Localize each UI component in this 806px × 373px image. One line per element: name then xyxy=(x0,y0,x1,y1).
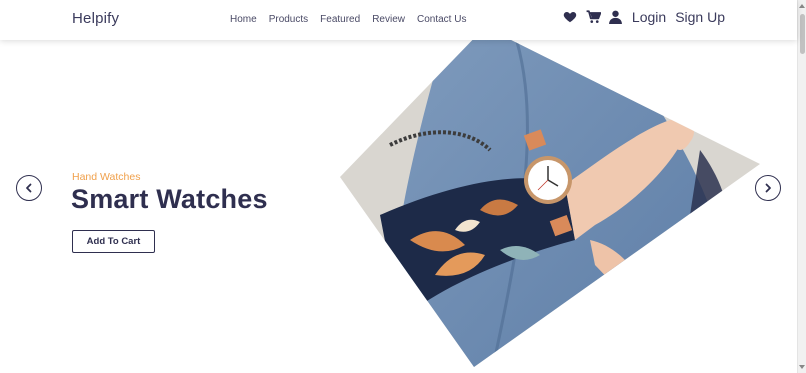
brand-logo[interactable]: Helpify xyxy=(72,10,119,27)
scroll-down-icon[interactable] xyxy=(799,365,805,369)
add-to-cart-button[interactable]: Add To Cart xyxy=(72,230,155,253)
heart-icon[interactable] xyxy=(563,10,577,24)
login-link[interactable]: Login xyxy=(632,9,666,25)
scroll-up-icon[interactable] xyxy=(799,4,805,8)
hero-image xyxy=(340,40,760,370)
page: Helpify Home Products Featured Review Co… xyxy=(0,0,806,373)
page-scrollbar[interactable] xyxy=(797,0,806,373)
hero-subtitle: Hand Watches xyxy=(72,171,141,183)
nav-link-featured[interactable]: Featured xyxy=(320,14,360,25)
signup-link[interactable]: Sign Up xyxy=(675,9,725,25)
nav-link-home[interactable]: Home xyxy=(230,14,257,25)
chevron-right-icon xyxy=(765,183,771,193)
nav-actions: Login Sign Up xyxy=(563,9,725,25)
user-icon[interactable] xyxy=(609,10,623,24)
nav-link-contact-us[interactable]: Contact Us xyxy=(417,14,466,25)
hero-title: Smart Watches xyxy=(71,184,268,214)
chevron-left-icon xyxy=(26,183,32,193)
navbar: Helpify Home Products Featured Review Co… xyxy=(0,0,797,40)
cart-icon[interactable] xyxy=(586,10,602,24)
nav-link-products[interactable]: Products xyxy=(269,14,308,25)
nav-link-review[interactable]: Review xyxy=(372,14,405,25)
slider-prev-button[interactable] xyxy=(16,175,42,201)
nav-links: Home Products Featured Review Contact Us xyxy=(230,14,466,25)
scroll-thumb[interactable] xyxy=(800,14,805,54)
slider-next-button[interactable] xyxy=(755,175,781,201)
